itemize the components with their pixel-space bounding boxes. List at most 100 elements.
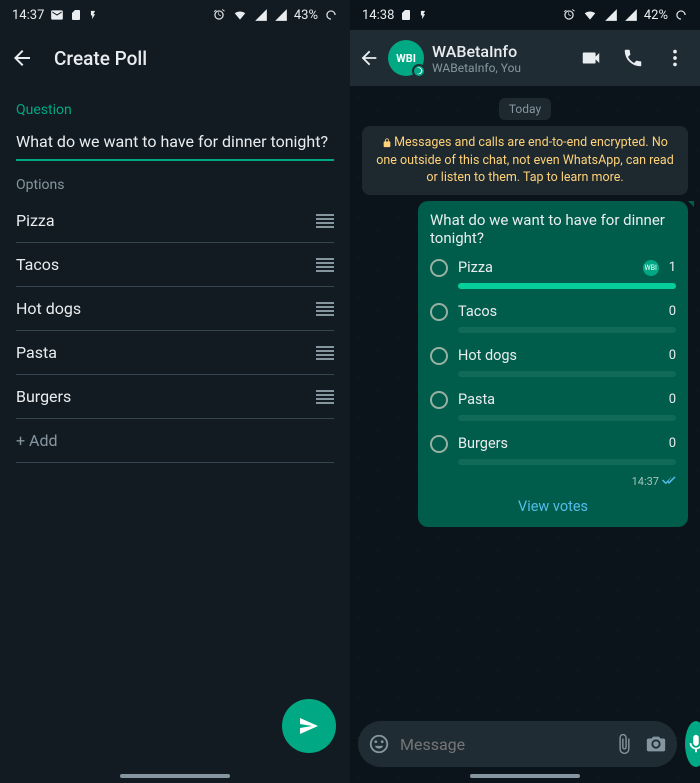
alarm-icon <box>562 8 576 22</box>
signal-icon-2 <box>624 8 638 22</box>
android-nav-bar <box>350 769 700 783</box>
poll-option-input[interactable] <box>16 255 316 274</box>
page-title: Create Poll <box>54 47 147 70</box>
status-bar: 14:37 43% <box>0 0 350 30</box>
bolt-icon <box>418 8 428 22</box>
view-votes-button[interactable]: View votes <box>430 488 676 519</box>
vote-count: 1 <box>669 260 676 275</box>
radio-icon[interactable] <box>430 435 448 453</box>
status-time: 14:38 <box>362 8 394 23</box>
gmail-icon <box>50 8 64 22</box>
poll-option-row[interactable] <box>16 243 334 287</box>
radio-icon[interactable] <box>430 303 448 321</box>
send-icon <box>297 714 321 738</box>
radio-icon[interactable] <box>430 259 448 277</box>
alarm-icon <box>212 8 226 22</box>
question-input[interactable] <box>16 124 334 161</box>
poll-option-input[interactable] <box>16 211 316 230</box>
drag-handle-icon[interactable] <box>316 390 334 404</box>
spinner-icon <box>324 8 338 22</box>
poll-result-option[interactable]: Pizza WBI 1 <box>430 259 676 289</box>
voter-avatar: WBI <box>643 260 659 276</box>
attach-icon[interactable] <box>613 733 635 755</box>
vote-bar <box>458 459 676 465</box>
voice-call-icon[interactable] <box>622 47 644 69</box>
wifi-icon <box>582 8 598 22</box>
chat-title-bar: WBI WABetaInfo WABetaInfo, You <box>350 30 700 86</box>
chat-name: WABetaInfo <box>432 42 572 61</box>
vote-count: 0 <box>669 304 676 319</box>
vote-count: 0 <box>669 392 676 407</box>
signal-icon <box>604 8 618 22</box>
chat-subtitle: WABetaInfo, You <box>432 61 572 75</box>
camera-icon[interactable] <box>645 733 667 755</box>
drag-handle-icon[interactable] <box>316 302 334 316</box>
mic-icon <box>685 733 700 755</box>
vote-bar <box>458 415 676 421</box>
poll-option-input[interactable] <box>16 299 316 318</box>
poll-message: What do we want to have for dinner tonig… <box>418 201 688 527</box>
poll-question: What do we want to have for dinner tonig… <box>430 211 676 247</box>
message-input-bar <box>358 721 692 767</box>
poll-result-option[interactable]: Burgers 0 <box>430 435 676 465</box>
battery-text: 42% <box>644 8 668 23</box>
sim-icon <box>400 8 412 22</box>
drag-handle-icon[interactable] <box>316 258 334 272</box>
options-label: Options <box>0 161 350 199</box>
poll-option-input[interactable] <box>16 387 316 406</box>
poll-result-option[interactable]: Tacos 0 <box>430 303 676 333</box>
spinner-icon <box>674 8 688 22</box>
emoji-icon[interactable] <box>368 733 390 755</box>
poll-option-row[interactable] <box>16 375 334 419</box>
more-menu-icon[interactable] <box>664 47 686 69</box>
message-timestamp: 14:37 <box>430 475 676 488</box>
add-option-button[interactable]: + Add <box>16 419 334 463</box>
message-field[interactable] <box>358 721 677 767</box>
vote-count: 0 <box>669 348 676 363</box>
back-arrow-icon[interactable] <box>358 47 380 69</box>
poll-result-option[interactable]: Hot dogs 0 <box>430 347 676 377</box>
poll-option-row[interactable] <box>16 287 334 331</box>
status-time: 14:37 <box>12 8 44 23</box>
radio-icon[interactable] <box>430 347 448 365</box>
mic-button[interactable] <box>685 721 700 767</box>
vote-bar <box>458 371 676 377</box>
drag-handle-icon[interactable] <box>316 346 334 360</box>
poll-option-label: Pizza <box>458 259 629 276</box>
vote-bar <box>458 283 676 289</box>
signal-icon <box>254 8 268 22</box>
poll-option-label: Pasta <box>458 391 659 408</box>
poll-option-row[interactable] <box>16 331 334 375</box>
chat-body: Today Messages and calls are end-to-end … <box>350 86 700 783</box>
sim-icon <box>70 8 82 22</box>
poll-option-label: Hot dogs <box>458 347 659 364</box>
poll-option-input[interactable] <box>16 343 316 362</box>
lock-icon <box>382 138 392 148</box>
date-chip: Today <box>499 98 551 120</box>
poll-option-label: Tacos <box>458 303 659 320</box>
radio-icon[interactable] <box>430 391 448 409</box>
video-call-icon[interactable] <box>580 47 602 69</box>
poll-option-row[interactable] <box>16 199 334 243</box>
create-poll-screen: 14:37 43% Create Poll Question Options +… <box>0 0 350 783</box>
vote-count: 0 <box>669 436 676 451</box>
android-nav-bar <box>0 769 350 783</box>
bolt-icon <box>88 8 98 22</box>
question-label: Question <box>0 86 350 124</box>
send-poll-button[interactable] <box>282 699 336 753</box>
chat-title-block[interactable]: WABetaInfo WABetaInfo, You <box>432 42 572 75</box>
poll-option-label: Burgers <box>458 435 659 452</box>
poll-result-option[interactable]: Pasta 0 <box>430 391 676 421</box>
battery-text: 43% <box>294 8 318 23</box>
title-bar: Create Poll <box>0 30 350 86</box>
status-bar: 14:38 42% <box>350 0 700 30</box>
wifi-icon <box>232 8 248 22</box>
signal-icon-2 <box>274 8 288 22</box>
message-input[interactable] <box>400 735 603 754</box>
chat-screen: 14:38 42% WBI WABetaInfo WABetaInfo, You… <box>350 0 700 783</box>
drag-handle-icon[interactable] <box>316 214 334 228</box>
read-receipt-icon <box>662 476 676 486</box>
encryption-notice[interactable]: Messages and calls are end-to-end encryp… <box>362 126 688 195</box>
back-arrow-icon[interactable] <box>10 46 34 70</box>
chat-avatar[interactable]: WBI <box>388 40 424 76</box>
